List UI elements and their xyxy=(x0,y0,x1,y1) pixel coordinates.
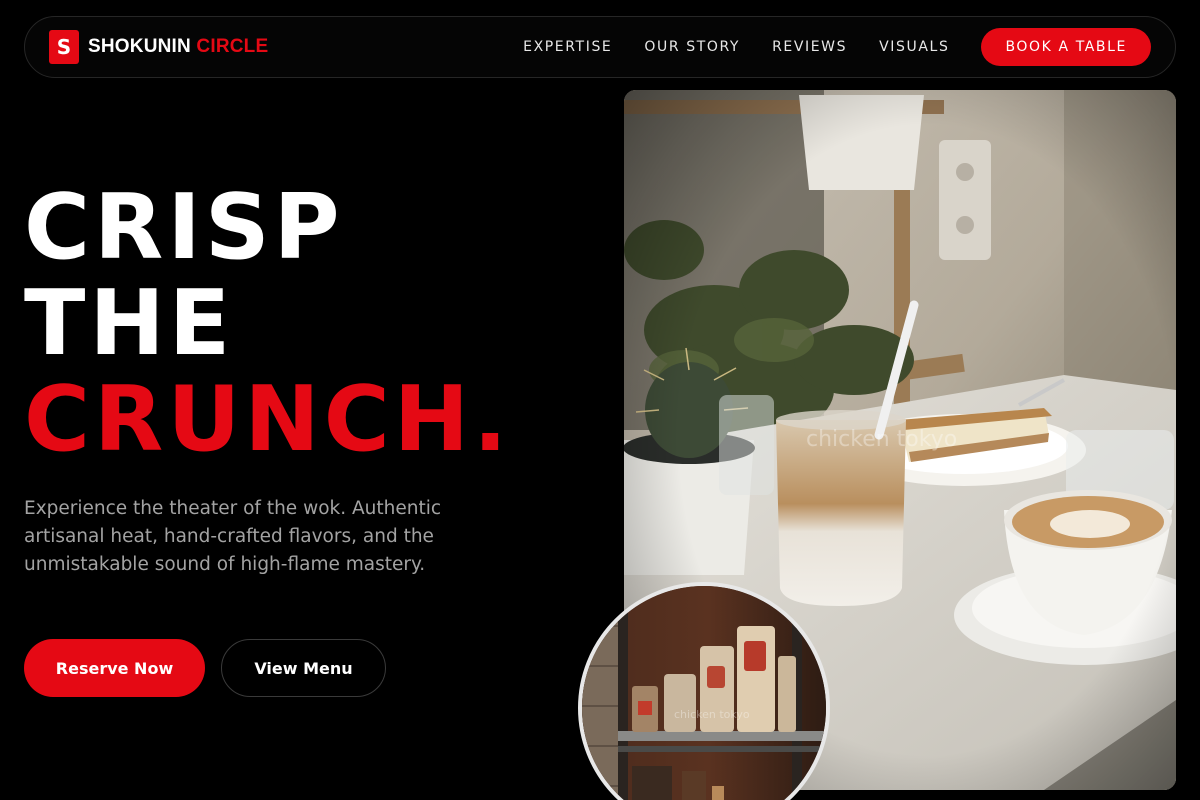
hero-cta-row: Reserve Now View Menu xyxy=(24,639,386,697)
nav-link-visuals[interactable]: VISUALS xyxy=(879,39,949,55)
headline-line-3: CRUNCH. xyxy=(24,367,512,472)
book-a-table-button[interactable]: BOOK A TABLE xyxy=(981,28,1151,66)
brand-name: SHOKUNIN CIRCLE xyxy=(88,36,268,58)
brand-mark-icon: S xyxy=(49,30,79,64)
main-photo-watermark: chicken tokyo xyxy=(806,427,958,452)
nav-links: EXPERTISE OUR STORY REVIEWS VISUALS BOOK… xyxy=(523,28,1151,66)
headline-line-1: CRISP xyxy=(24,175,344,280)
top-navigation: S SHOKUNIN CIRCLE EXPERTISE OUR STORY RE… xyxy=(24,16,1176,78)
nav-link-our-story[interactable]: OUR STORY xyxy=(644,39,740,55)
brand-logo[interactable]: S SHOKUNIN CIRCLE xyxy=(49,30,268,64)
reserve-now-button[interactable]: Reserve Now xyxy=(24,639,205,697)
brand-name-accent: CIRCLE xyxy=(196,36,269,57)
view-menu-button[interactable]: View Menu xyxy=(221,639,386,697)
nav-link-reviews[interactable]: REVIEWS xyxy=(772,39,847,55)
hero-headline: CRISP THE CRUNCH. xyxy=(24,180,511,468)
circle-photo-watermark: chicken tokyo xyxy=(674,708,750,721)
headline-line-2: THE xyxy=(24,271,235,376)
hero-subcopy: Experience the theater of the wok. Authe… xyxy=(24,498,442,575)
brand-name-primary: SHOKUNIN xyxy=(88,36,191,57)
nav-link-expertise[interactable]: EXPERTISE xyxy=(523,39,612,55)
